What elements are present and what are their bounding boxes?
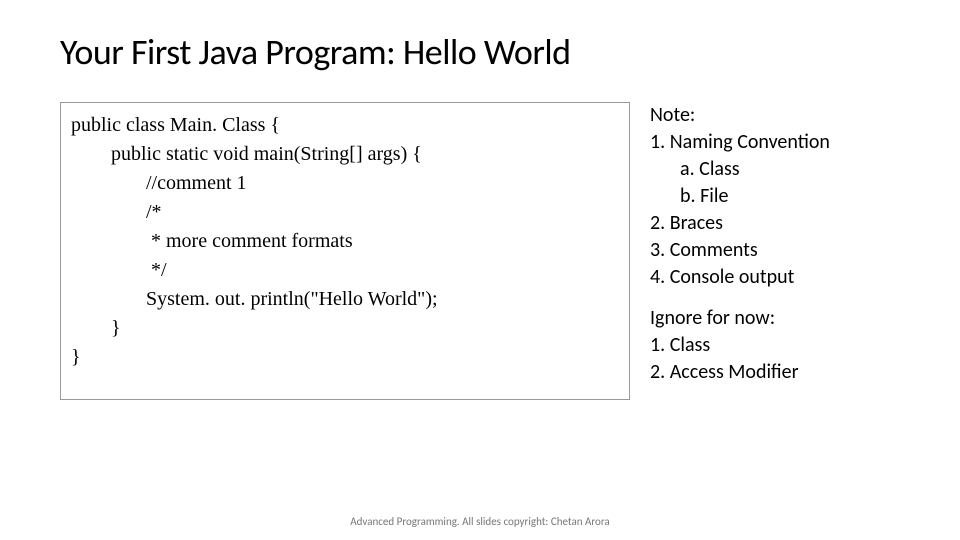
notes1-item2: 2. Braces <box>650 210 830 237</box>
code-line-5: /* <box>71 198 619 227</box>
code-line-9: } <box>71 314 619 343</box>
content-row: public class Main. Class { public static… <box>60 102 910 400</box>
notes1-item1a: a. Class <box>650 156 830 183</box>
notes-section-1: Note: 1. Naming Convention a. Class b. F… <box>650 102 830 291</box>
slide-footer: Advanced Programming. All slides copyrig… <box>0 515 960 528</box>
notes1-item3: 3. Comments <box>650 237 830 264</box>
code-box: public class Main. Class { public static… <box>60 102 630 400</box>
code-line-2: public static void main(String[] args) { <box>71 140 619 169</box>
notes1-item1b: b. File <box>650 183 830 210</box>
notes2-item2: 2. Access Modifier <box>650 359 830 386</box>
notes2-item1: 1. Class <box>650 332 830 359</box>
code-line-10: } <box>71 343 619 372</box>
code-line-6: * more comment formats <box>71 227 619 256</box>
code-line-7: */ <box>71 256 619 285</box>
notes1-heading: Note: <box>650 102 830 129</box>
notes2-heading: Ignore for now: <box>650 305 830 332</box>
notes-section-2: Ignore for now: 1. Class 2. Access Modif… <box>650 305 830 386</box>
notes-panel: Note: 1. Naming Convention a. Class b. F… <box>650 102 830 400</box>
slide-title: Your First Java Program: Hello World <box>60 30 910 74</box>
notes1-item1: 1. Naming Convention <box>650 129 830 156</box>
slide: Your First Java Program: Hello World pub… <box>0 0 960 540</box>
notes1-item4: 4. Console output <box>650 264 830 291</box>
code-line-8: System. out. println("Hello World"); <box>71 285 619 314</box>
code-line-4: //comment 1 <box>71 169 619 198</box>
code-line-1: public class Main. Class { <box>71 111 619 140</box>
